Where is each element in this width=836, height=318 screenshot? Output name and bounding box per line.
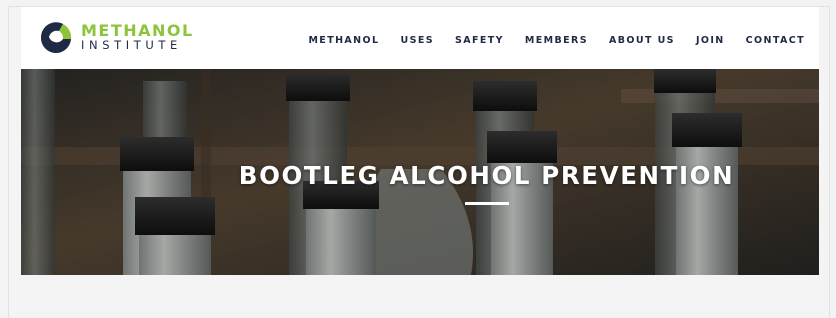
nav-item-contact[interactable]: CONTACT [746, 35, 805, 46]
page-frame: METHANOL INSTITUTE METHANOL USES SAFETY … [8, 6, 830, 318]
hero-banner: BOOTLEG ALCOHOL PREVENTION [21, 69, 819, 275]
hero-title-underline [465, 202, 509, 205]
main-nav: METHANOL USES SAFETY MEMBERS ABOUT US JO… [287, 35, 805, 46]
logo-text-top: METHANOL [81, 20, 194, 40]
nav-item-join[interactable]: JOIN [696, 35, 725, 46]
site-logo[interactable]: METHANOL INSTITUTE [37, 17, 217, 57]
nav-item-about-us[interactable]: ABOUT US [609, 35, 675, 46]
methanol-institute-logo-icon [37, 20, 75, 54]
hero-title: BOOTLEG ALCOHOL PREVENTION [238, 161, 735, 190]
site-header: METHANOL INSTITUTE METHANOL USES SAFETY … [21, 7, 819, 69]
nav-item-safety[interactable]: SAFETY [455, 35, 504, 46]
nav-item-members[interactable]: MEMBERS [525, 35, 588, 46]
nav-item-uses[interactable]: USES [400, 35, 434, 46]
nav-item-methanol[interactable]: METHANOL [308, 35, 379, 46]
logo-text-bottom: INSTITUTE [81, 37, 182, 52]
